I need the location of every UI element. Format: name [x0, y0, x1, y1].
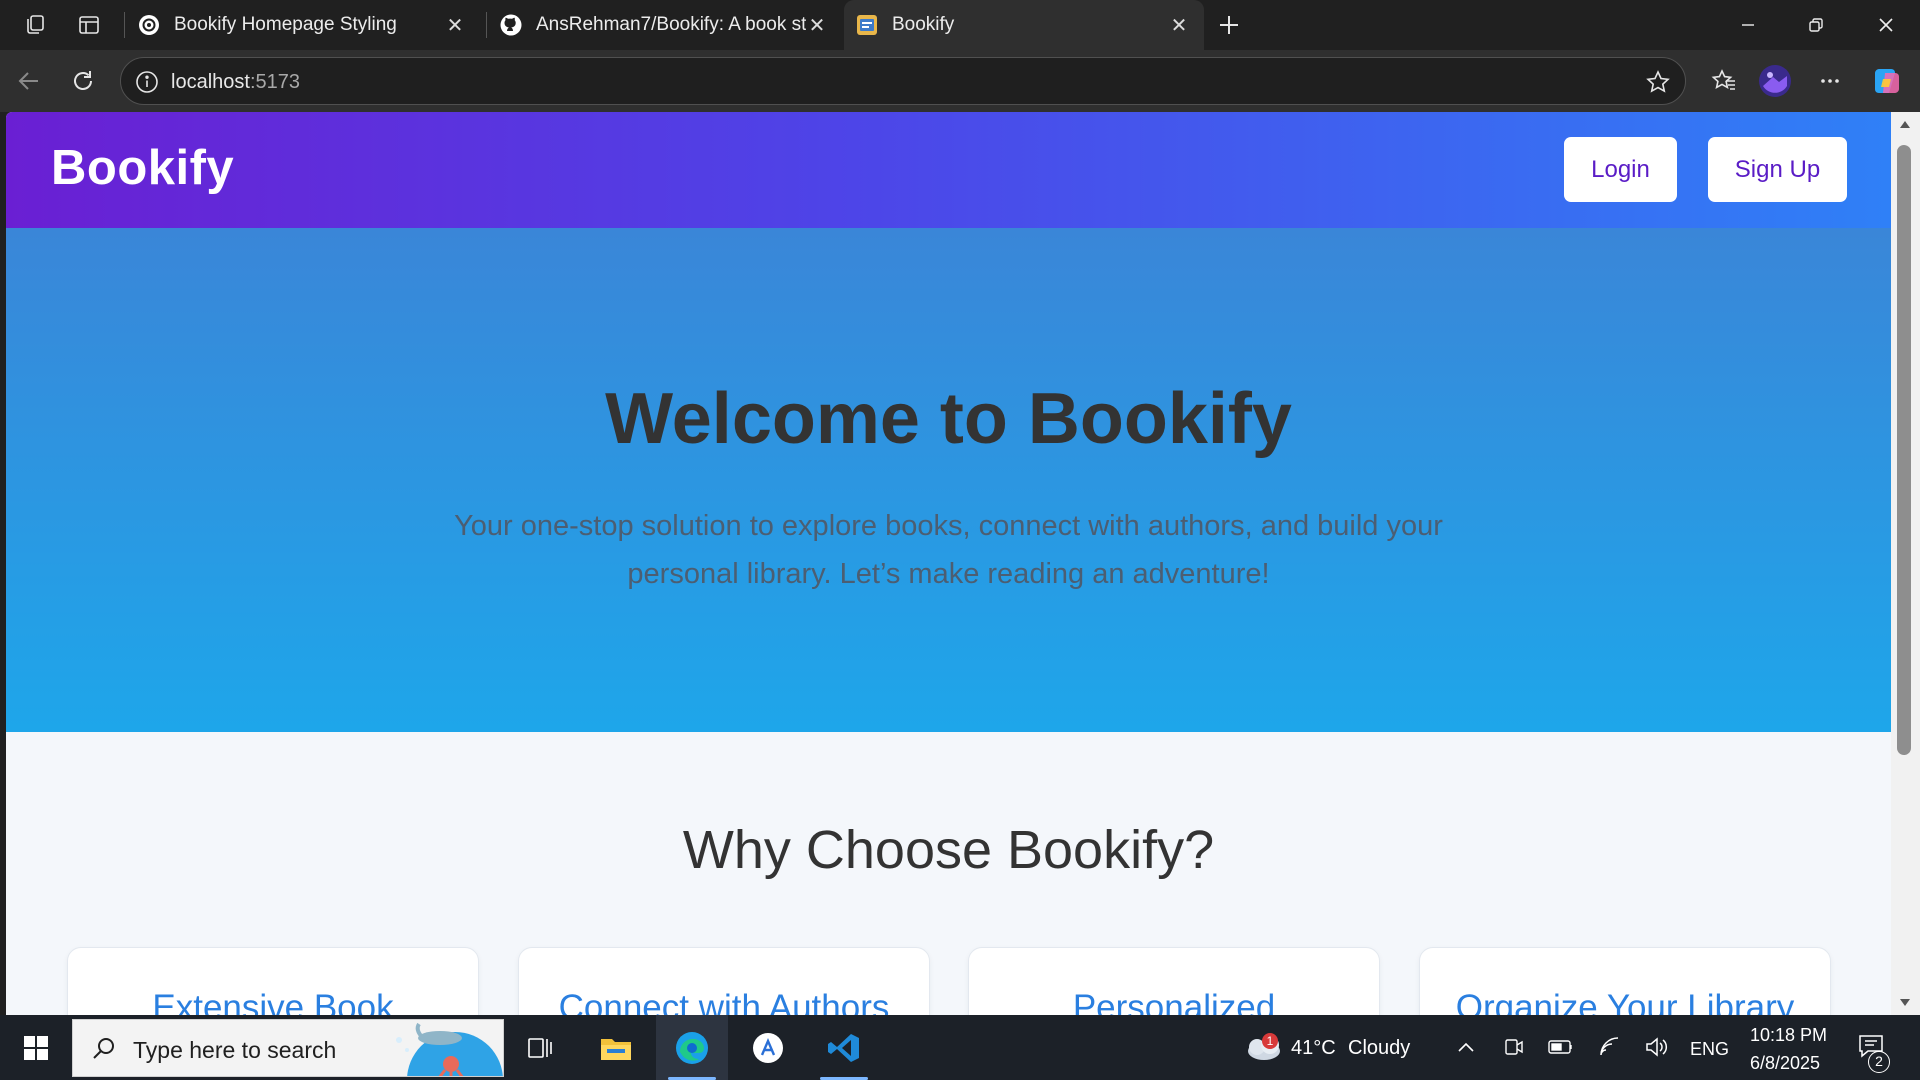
wifi-icon[interactable]: [1596, 1033, 1624, 1061]
features-heading: Why Choose Bookify?: [682, 820, 1215, 880]
browser-toolbar: localhost:5173: [0, 50, 1920, 112]
workspaces-icon[interactable]: [20, 10, 50, 40]
feature-card-title: Connect with Authors: [558, 988, 890, 1015]
search-icon: [91, 1035, 117, 1066]
feature-card: Organize Your Library: [1419, 947, 1831, 1015]
favorite-star-icon[interactable]: [1645, 69, 1671, 100]
openai-icon: [138, 14, 160, 36]
app-installer-icon[interactable]: [732, 1015, 804, 1080]
tab-bookify-homepage-styling[interactable]: Bookify Homepage Styling ✕: [126, 0, 480, 50]
close-tab-icon[interactable]: ✕: [806, 13, 828, 38]
hero-title: Welcome to Bookify: [605, 379, 1292, 459]
more-options-icon[interactable]: [1813, 64, 1847, 98]
tab-github-bookify[interactable]: AnsRehman7/Bookify: A book sto ✕: [488, 0, 842, 50]
clock-time[interactable]: 10:18 PM: [1750, 1025, 1827, 1046]
browser-tab-strip: Bookify Homepage Styling ✕ AnsRehman7/Bo…: [0, 0, 1920, 50]
hero-section: Welcome to Bookify Your one-stop solutio…: [6, 228, 1891, 732]
back-icon[interactable]: [12, 64, 46, 98]
weather-temperature: 41°C: [1291, 1037, 1336, 1059]
page-viewport: Bookify Login Sign Up Welcome to Bookify…: [6, 112, 1891, 1015]
feature-card-title: Extensive Book: [152, 988, 394, 1015]
scroll-down-icon[interactable]: [1899, 997, 1911, 1007]
feature-card: Extensive Book: [67, 947, 479, 1015]
weather-description: Cloudy: [1348, 1037, 1411, 1059]
site-navbar: Bookify Login Sign Up: [6, 112, 1891, 228]
windows-taskbar: Type here to search 1 41°C Cloudy ENG 10…: [0, 1015, 1920, 1080]
close-tab-icon[interactable]: ✕: [1168, 13, 1190, 38]
vscode-icon[interactable]: [808, 1015, 880, 1080]
tab-bookify[interactable]: Bookify ✕: [844, 0, 1204, 50]
task-view-icon[interactable]: [504, 1015, 576, 1080]
profile-avatar[interactable]: [1758, 64, 1792, 98]
weather-alert-badge: 1: [1262, 1033, 1278, 1049]
address-bar[interactable]: localhost:5173: [120, 57, 1686, 105]
feature-card: Personalized: [968, 947, 1380, 1015]
battery-icon[interactable]: [1547, 1033, 1575, 1061]
clock-date[interactable]: 6/8/2025: [1750, 1053, 1820, 1074]
url-text: localhost:5173: [171, 71, 300, 93]
edge-browser-icon[interactable]: [656, 1015, 728, 1080]
close-tab-icon[interactable]: ✕: [444, 13, 466, 38]
tab-title: AnsRehman7/Bookify: A book sto: [536, 14, 806, 35]
search-highlight-image: [385, 1020, 503, 1076]
copilot-icon[interactable]: [1870, 64, 1904, 98]
favorites-icon[interactable]: [1707, 64, 1741, 98]
meet-now-icon[interactable]: [1500, 1033, 1528, 1061]
volume-icon[interactable]: [1642, 1033, 1670, 1061]
bookify-favicon: [856, 14, 878, 36]
minimize-window-icon[interactable]: [1714, 0, 1782, 50]
github-icon: [500, 14, 522, 36]
show-hidden-icons-icon[interactable]: [1452, 1033, 1480, 1061]
new-tab-icon[interactable]: [1214, 10, 1244, 40]
refresh-icon[interactable]: [66, 64, 100, 98]
tab-actions-icon[interactable]: [74, 10, 104, 40]
site-info-icon[interactable]: [135, 70, 159, 99]
taskbar-search-box[interactable]: Type here to search: [72, 1019, 504, 1077]
notification-count-badge: 2: [1868, 1051, 1890, 1073]
signup-button[interactable]: Sign Up: [1708, 137, 1847, 202]
restore-window-icon[interactable]: [1782, 0, 1850, 50]
windows-start-icon[interactable]: [0, 1015, 72, 1080]
close-window-icon[interactable]: [1852, 0, 1920, 50]
tab-title: Bookify: [892, 14, 955, 35]
tab-title: Bookify Homepage Styling: [174, 14, 397, 35]
feature-card-title: Personalized: [1072, 988, 1276, 1015]
hero-subtitle: Your one-stop solution to explore books,…: [454, 510, 1443, 590]
feature-card-title: Organize Your Library: [1455, 988, 1795, 1015]
login-button[interactable]: Login: [1564, 137, 1677, 202]
language-indicator[interactable]: ENG: [1690, 1039, 1729, 1060]
search-placeholder: Type here to search: [133, 1037, 337, 1063]
scroll-up-icon[interactable]: [1899, 120, 1911, 130]
site-logo[interactable]: Bookify: [51, 140, 234, 196]
feature-card: Connect with Authors: [518, 947, 930, 1015]
scrollbar-thumb[interactable]: [1897, 145, 1911, 755]
file-explorer-icon[interactable]: [580, 1015, 652, 1080]
